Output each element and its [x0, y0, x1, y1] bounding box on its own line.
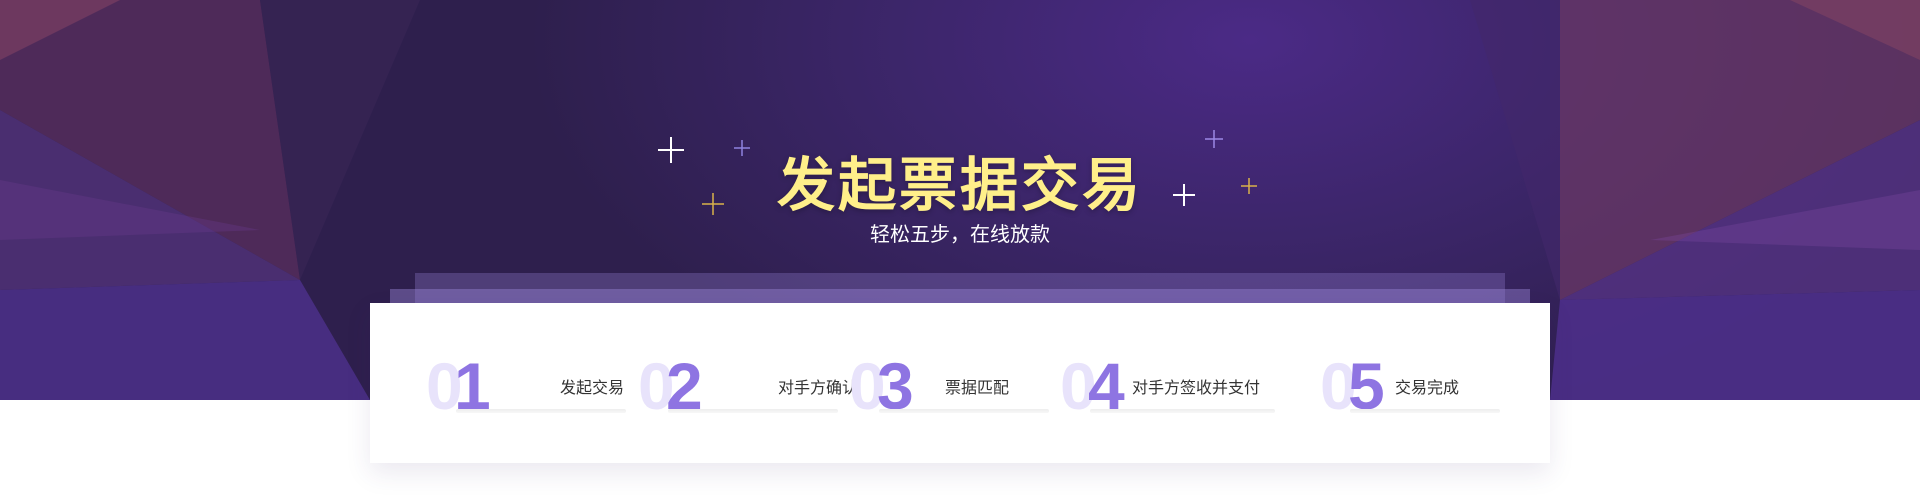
step-label: 票据匹配	[945, 378, 1010, 397]
step-item-2: 0 2 对手方确认	[638, 351, 858, 421]
banner-title: 发起票据交易	[776, 151, 1143, 219]
step-label: 交易完成	[1395, 378, 1460, 397]
step-item-4: 0 4 对手方签收并支付	[1060, 351, 1275, 421]
step-label: 对手方确认	[778, 378, 859, 397]
step-underline	[456, 409, 626, 413]
step-label: 对手方签收并支付	[1132, 378, 1261, 397]
steps-card: 0 1 发起交易 0 2 对手方确认 0 3 票据匹配 0 4 对手方签收并支付…	[370, 303, 1550, 463]
banner-subtitle: 轻松五步，在线放款	[870, 222, 1050, 246]
step-item-5: 0 5 交易完成	[1320, 351, 1500, 421]
step-label: 发起交易	[560, 378, 625, 397]
step-underline	[668, 409, 838, 413]
step-underline	[1350, 409, 1500, 413]
step-item-1: 0 1 发起交易	[426, 351, 626, 421]
step-underline	[1090, 409, 1275, 413]
step-underline	[879, 409, 1049, 413]
step-item-3: 0 3 票据匹配	[849, 351, 1049, 421]
